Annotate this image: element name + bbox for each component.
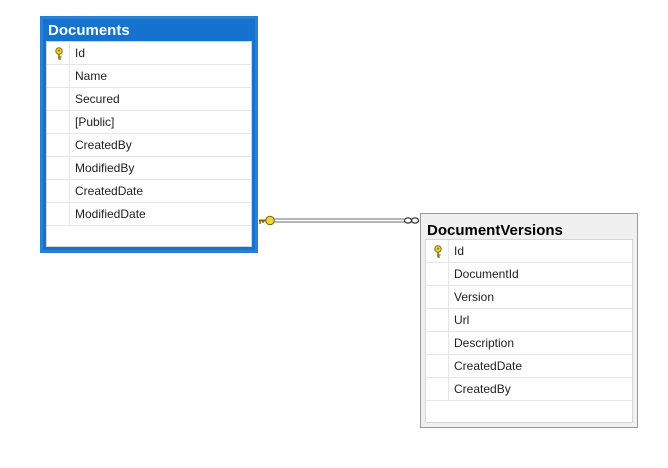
column-name: Secured xyxy=(75,92,120,106)
primary-key-icon xyxy=(55,47,63,60)
row-selector xyxy=(47,180,70,202)
column-list-documents: Id Name Secured [Public] CreatedBy ModifiedBy… xyxy=(46,41,252,247)
column-row[interactable]: [Public] xyxy=(47,111,251,134)
row-selector xyxy=(426,332,449,354)
column-row[interactable]: Id xyxy=(47,42,251,65)
row-selector xyxy=(47,203,70,225)
column-row[interactable]: CreatedDate xyxy=(47,180,251,203)
column-row[interactable]: Name xyxy=(47,65,251,88)
column-row[interactable]: Url xyxy=(426,309,632,332)
key-icon xyxy=(259,215,275,226)
column-row[interactable]: DocumentId xyxy=(426,263,632,286)
row-selector xyxy=(47,134,70,156)
row-selector xyxy=(426,240,449,262)
row-selector xyxy=(47,65,70,87)
row-selector xyxy=(426,309,449,331)
column-name: DocumentId xyxy=(454,267,519,281)
column-name: Id xyxy=(454,244,465,258)
column-row[interactable]: Secured xyxy=(47,88,251,111)
column-name: ModifiedDate xyxy=(75,207,146,221)
column-name: Description xyxy=(454,336,515,350)
table-documents[interactable]: Documents Id Name Secured [Public] CreatedBy… xyxy=(40,16,258,253)
row-selector xyxy=(426,286,449,308)
column-row[interactable]: ModifiedDate xyxy=(47,203,251,226)
column-row[interactable]: CreatedBy xyxy=(47,134,251,157)
column-name: CreatedBy xyxy=(75,138,132,152)
table-document-versions[interactable]: DocumentVersions Id DocumentId Version Url D… xyxy=(420,213,638,428)
primary-key-icon xyxy=(434,245,442,258)
infinity-icon xyxy=(403,217,420,224)
row-selector xyxy=(426,355,449,377)
column-row[interactable]: Description xyxy=(426,332,632,355)
table-title-documents[interactable]: Documents xyxy=(43,19,255,41)
column-row[interactable]: Id xyxy=(426,240,632,263)
column-name: Version xyxy=(454,290,495,304)
column-name: Id xyxy=(75,46,86,60)
column-row[interactable]: CreatedBy xyxy=(426,378,632,401)
column-name: CreatedDate xyxy=(75,184,144,198)
column-name: [Public] xyxy=(75,115,115,129)
row-selector xyxy=(47,157,70,179)
row-selector xyxy=(426,378,449,400)
column-name: Name xyxy=(75,69,108,83)
row-selector xyxy=(426,263,449,285)
column-name: ModifiedBy xyxy=(75,161,135,175)
row-selector xyxy=(47,88,70,110)
column-name: CreatedBy xyxy=(454,382,511,396)
column-row[interactable]: Version xyxy=(426,286,632,309)
column-list-document-versions: Id DocumentId Version Url Description Created… xyxy=(425,239,633,423)
column-row[interactable]: CreatedDate xyxy=(426,355,632,378)
column-name: Url xyxy=(454,313,470,327)
table-title-document-versions[interactable]: DocumentVersions xyxy=(421,214,637,238)
row-selector xyxy=(47,42,70,64)
column-name: CreatedDate xyxy=(454,359,523,373)
column-row[interactable]: ModifiedBy xyxy=(47,157,251,180)
row-selector xyxy=(47,111,70,133)
